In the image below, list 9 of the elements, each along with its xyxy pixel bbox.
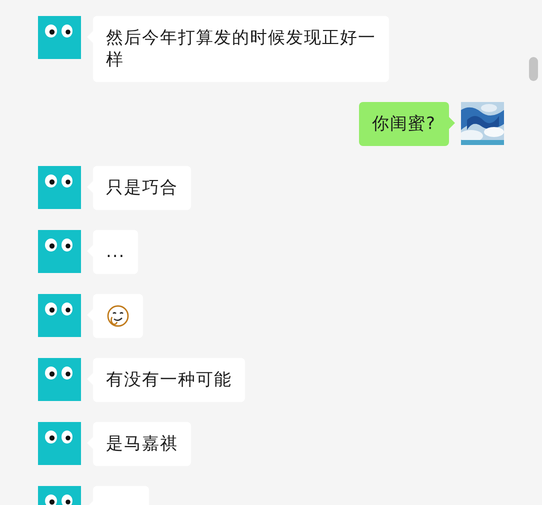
message-bubble: 然后今年打算发的时候发现正好一样: [93, 16, 389, 82]
message-bubble: 是马嘉祺: [93, 422, 191, 466]
message-bubble: 你闺蜜?: [358, 102, 449, 146]
scrollbar[interactable]: [529, 57, 538, 81]
message-bubble: ...: [93, 230, 138, 274]
drooling-face-icon: [106, 304, 130, 328]
message-bubble: 只是巧合: [93, 166, 191, 210]
bubble-tail: [449, 117, 455, 129]
message-bubble: 有没有一种可能: [93, 358, 245, 402]
